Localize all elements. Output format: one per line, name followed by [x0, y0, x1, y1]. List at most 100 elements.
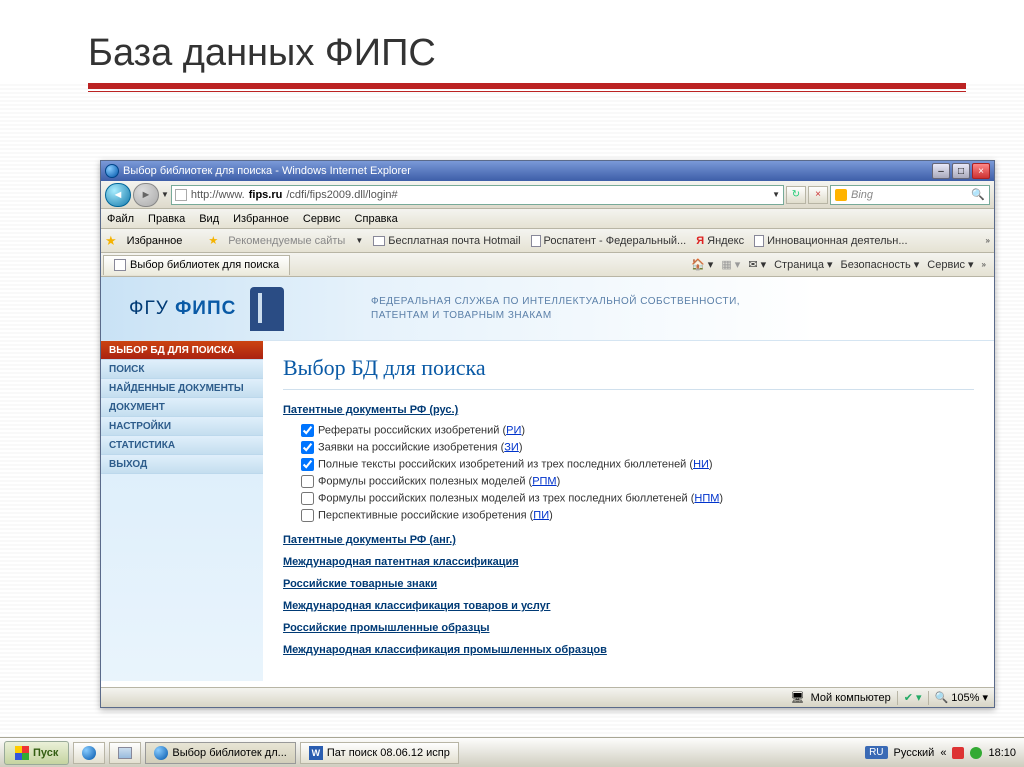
taskbar-item-ie[interactable]: Выбор библиотек дл... [145, 742, 295, 764]
refresh-button[interactable]: ↻ [786, 186, 806, 204]
section-niceclass[interactable]: Международная классификация товаров и ус… [283, 600, 974, 612]
back-button[interactable]: ◄ [105, 183, 131, 207]
menu-file[interactable]: Файл [107, 213, 134, 225]
cb-ri[interactable] [301, 424, 314, 437]
address-bar[interactable]: http://www.fips.ru/cdfi/fips2009.dll/log… [171, 185, 784, 205]
zone-text: Мой компьютер [811, 692, 891, 704]
search-box[interactable]: Bing 🔍 [830, 185, 990, 205]
lang-indicator-name[interactable]: Русский [894, 747, 935, 759]
window-title-bar: Выбор библиотек для поиска - Windows Int… [101, 161, 994, 181]
accent-line [88, 91, 966, 92]
checkbox-list: Рефераты российских изобретений (РИ) Зая… [283, 422, 974, 524]
cb-npm-label: Формулы российских полезных моделей из т… [318, 492, 694, 504]
section-locarno[interactable]: Международная классификация промышленных… [283, 644, 974, 656]
toolbar-mail-icon[interactable]: ✉ ▾ [748, 258, 766, 271]
menu-edit[interactable]: Правка [148, 213, 185, 225]
toolbar-service[interactable]: Сервис ▾ [927, 258, 973, 271]
ie-icon [105, 164, 119, 178]
sidebar-item-document[interactable]: ДОКУМЕНТ [101, 398, 263, 417]
tray-icon-1[interactable] [952, 747, 964, 759]
toolbar-overflow[interactable]: » [982, 260, 986, 269]
nav-toolbar: ◄ ► ▼ http://www.fips.ru/cdfi/fips2009.d… [101, 181, 994, 209]
link-rpm[interactable]: РПМ [532, 475, 556, 487]
forward-button[interactable]: ► [133, 183, 159, 207]
cb-npm[interactable] [301, 492, 314, 505]
sidebar: ВЫБОР БД ДЛЯ ПОИСКА ПОИСК НАЙДЕННЫЕ ДОКУ… [101, 341, 263, 681]
link-pi[interactable]: ПИ [533, 509, 549, 521]
toolbar-page[interactable]: Страница ▾ [774, 258, 832, 271]
menu-tools[interactable]: Сервис [303, 213, 341, 225]
cb-zi[interactable] [301, 441, 314, 454]
favorites-star-icon[interactable]: ★ [105, 233, 117, 249]
favbar-overflow[interactable]: » [986, 236, 990, 245]
menu-favorites[interactable]: Избранное [233, 213, 289, 225]
menu-view[interactable]: Вид [199, 213, 219, 225]
section-ipc[interactable]: Международная патентная классификация [283, 556, 974, 568]
minimize-button[interactable]: – [932, 163, 950, 179]
toolbar-home-icon[interactable]: 🏠 ▾ [691, 258, 713, 271]
stop-button[interactable]: × [808, 186, 828, 204]
section-patent-en[interactable]: Патентные документы РФ (анг.) [283, 534, 974, 546]
cb-ni[interactable] [301, 458, 314, 471]
browser-window: Выбор библиотек для поиска - Windows Int… [100, 160, 995, 708]
menu-help[interactable]: Справка [355, 213, 398, 225]
favbar-item-hotmail[interactable]: Бесплатная почта Hotmail [373, 235, 520, 247]
ie-icon [82, 746, 96, 760]
lang-indicator-code[interactable]: RU [865, 746, 887, 759]
cb-ni-label: Полные тексты российских изобретений из … [318, 458, 693, 470]
tray-clock[interactable]: 18:10 [988, 747, 1016, 759]
link-zi[interactable]: ЗИ [504, 441, 519, 453]
zoom-level[interactable]: 🔍 105% ▾ [935, 691, 988, 704]
addr-dropdown-icon[interactable]: ▼ [772, 190, 780, 199]
maximize-button[interactable]: □ [952, 163, 970, 179]
favbar-item-yandex[interactable]: ЯЯндекс [696, 235, 744, 247]
section-trademarks[interactable]: Российские товарные знаки [283, 578, 974, 590]
sidebar-item-stats[interactable]: СТАТИСТИКА [101, 436, 263, 455]
tray-icon-2[interactable] [970, 747, 982, 759]
section-designs[interactable]: Российские промышленные образцы [283, 622, 974, 634]
cb-rpm-label: Формулы российских полезных моделей ( [318, 475, 532, 487]
agency-text: ФЕДЕРАЛЬНАЯ СЛУЖБА ПО ИНТЕЛЛЕКТУАЛЬНОЙ С… [371, 295, 740, 323]
cb-pi[interactable] [301, 509, 314, 522]
tab-label: Выбор библиотек для поиска [130, 259, 279, 271]
ie-icon [154, 746, 168, 760]
windows-flag-icon [15, 746, 29, 760]
link-ni[interactable]: НИ [693, 458, 709, 470]
taskbar-item-word[interactable]: WПат поиск 08.06.12 испр [300, 742, 459, 764]
favorites-bar: ★ Избранное ★ Рекомендуемые сайты▼ Беспл… [101, 229, 994, 253]
bing-icon [835, 189, 847, 201]
start-button[interactable]: Пуск [4, 741, 69, 765]
zone-icon: 🖥 [791, 691, 805, 704]
logo-text-1: ФГУ [129, 298, 175, 319]
search-go-icon[interactable]: 🔍 [971, 188, 985, 201]
sidebar-item-found[interactable]: НАЙДЕННЫЕ ДОКУМЕНТЫ [101, 379, 263, 398]
sidebar-item-select-db[interactable]: ВЫБОР БД ДЛЯ ПОИСКА [101, 341, 263, 360]
section-patent-ru[interactable]: Патентные документы РФ (рус.) [283, 404, 974, 416]
main-panel: Выбор БД для поиска Патентные документы … [263, 341, 994, 681]
yandex-icon: Я [696, 235, 704, 247]
link-npm[interactable]: НПМ [694, 492, 719, 504]
tray-chevron-icon[interactable]: « [940, 747, 946, 759]
tab-active[interactable]: Выбор библиотек для поиска [103, 255, 290, 275]
nav-history-dropdown[interactable]: ▼ [161, 190, 169, 199]
toolbar-feeds-icon[interactable]: ▦ ▾ [721, 258, 740, 271]
ie-status-bar: 🖥 Мой компьютер ✔ ▾ 🔍 105% ▾ [101, 687, 994, 707]
cb-ri-label: Рефераты российских изобретений ( [318, 424, 506, 436]
site-banner: ФГУ ФИПС ФЕДЕРАЛЬНАЯ СЛУЖБА ПО ИНТЕЛЛЕКТ… [101, 277, 994, 341]
close-button[interactable]: × [972, 163, 990, 179]
page-icon [754, 235, 764, 247]
favbar-item-rospatent[interactable]: Роспатент - Федеральный... [531, 235, 687, 247]
favorites-label[interactable]: Избранное [127, 235, 183, 247]
tabs-row: Выбор библиотек для поиска 🏠 ▾ ▦ ▾ ✉ ▾ С… [101, 253, 994, 277]
page-content: ФГУ ФИПС ФЕДЕРАЛЬНАЯ СЛУЖБА ПО ИНТЕЛЛЕКТ… [101, 277, 994, 687]
sidebar-item-settings[interactable]: НАСТРОЙКИ [101, 417, 263, 436]
favbar-item-innov[interactable]: Инновационная деятельн... [754, 235, 907, 247]
toolbar-safety[interactable]: Безопасность ▾ [841, 258, 920, 271]
cb-rpm[interactable] [301, 475, 314, 488]
quicklaunch-ie[interactable] [73, 742, 105, 764]
sidebar-item-search[interactable]: ПОИСК [101, 360, 263, 379]
quicklaunch-desktop[interactable] [109, 742, 141, 764]
favbar-item-sites[interactable]: Рекомендуемые сайты [228, 235, 345, 247]
link-ri[interactable]: РИ [506, 424, 521, 436]
sidebar-item-exit[interactable]: ВЫХОД [101, 455, 263, 474]
